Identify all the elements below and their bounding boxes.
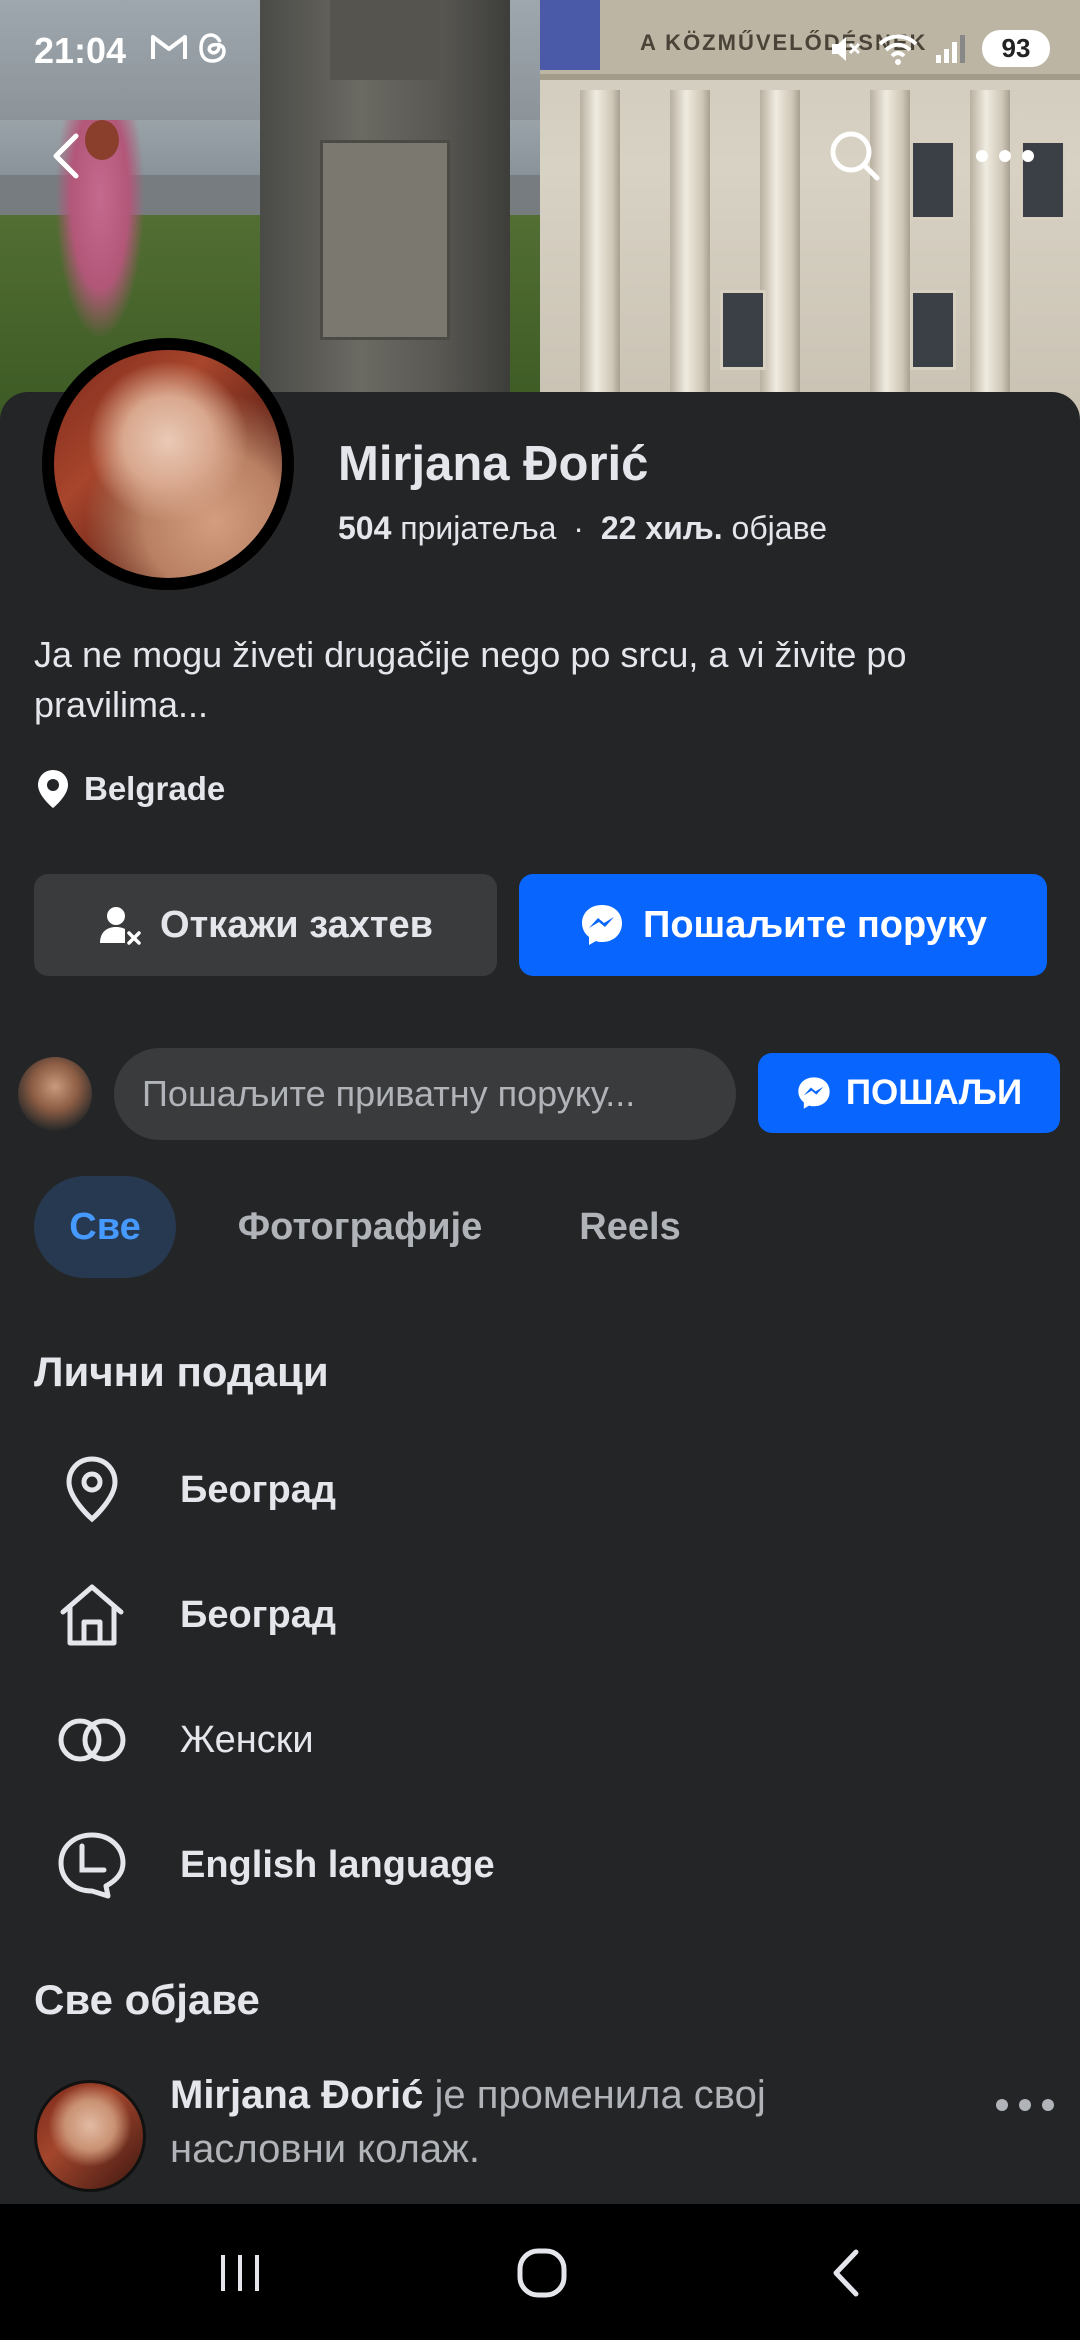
cancel-friend-request-button[interactable]: Откажи захтев [34, 874, 497, 976]
more-options-button[interactable] [970, 126, 1040, 186]
wifi-icon [878, 34, 918, 65]
search-icon [830, 131, 880, 181]
stats-separator: · [573, 510, 584, 546]
language-icon [52, 1825, 132, 1905]
system-nav-bar [0, 2204, 1080, 2340]
post-author-name[interactable]: Mirjana Đorić [170, 2073, 423, 2117]
send-message-label: Пошаљите поруку [643, 903, 987, 946]
private-message-placeholder: Пошаљите приватну поруку... [142, 1073, 636, 1114]
messenger-icon [582, 905, 623, 945]
friends-count[interactable]: 504 [338, 510, 391, 546]
posts-count: 22 хиљ. [600, 510, 723, 546]
gender-icon [52, 1700, 132, 1780]
user-cancel-icon [100, 907, 141, 945]
cancel-request-label: Откажи захтев [160, 903, 433, 946]
profile-avatar-image [54, 350, 282, 578]
post-author-avatar[interactable] [34, 2080, 146, 2192]
threads-icon [199, 33, 226, 63]
detail-label-language: English language [180, 1843, 495, 1886]
location-pin-icon [52, 1450, 132, 1530]
profile-page: A KÖZMŰVELŐDÉSNEK 21:04 93 Mirjana Đorić… [0, 0, 1080, 2340]
private-message-input[interactable]: Пошаљите приватну поруку... [114, 1048, 736, 1140]
more-dots-icon [976, 150, 1034, 162]
top-nav [0, 120, 1080, 200]
mute-icon [832, 36, 861, 61]
detail-row-hometown: Београд [52, 1570, 1052, 1660]
chevron-left-icon [833, 2249, 859, 2297]
post-more-options-button[interactable] [990, 2085, 1060, 2125]
system-back-button[interactable] [806, 2238, 886, 2308]
detail-label-gender: Женски [180, 1718, 314, 1761]
gmail-icon [151, 35, 187, 59]
profile-location: Belgrade [36, 768, 225, 810]
private-message-send-label: ПОШАЉИ [845, 1073, 1023, 1112]
tab-all[interactable]: Све [34, 1176, 176, 1278]
battery-indicator: 93 [982, 30, 1050, 67]
detail-label-hometown: Београд [180, 1593, 336, 1636]
profile-name: Mirjana Đorić [338, 437, 649, 491]
personal-details-title: Лични подаци [34, 1348, 329, 1395]
back-button[interactable] [40, 126, 100, 186]
search-button[interactable] [825, 126, 885, 186]
detail-row-current-city: Београд [52, 1445, 1052, 1535]
tab-reels[interactable]: Reels [560, 1176, 700, 1278]
profile-stats: 504 пријатеља · 22 хиљ. објаве [338, 510, 827, 547]
friends-label[interactable]: пријатеља [400, 510, 556, 546]
detail-label-current-city: Београд [180, 1468, 336, 1511]
all-posts-title: Све објаве [34, 1976, 260, 2023]
location-text: Belgrade [84, 770, 226, 807]
home-circle-icon [517, 2248, 567, 2298]
detail-row-gender: Женски [52, 1695, 1052, 1785]
current-user-avatar [18, 1057, 92, 1131]
location-pin-icon [38, 770, 68, 808]
posts-label: објаве [731, 510, 828, 546]
send-message-button[interactable]: Пошаљите поруку [519, 874, 1047, 976]
home-button[interactable] [502, 2238, 582, 2308]
recent-apps-button[interactable] [200, 2238, 280, 2308]
recent-apps-icon [221, 2255, 259, 2291]
messenger-icon [798, 1077, 830, 1109]
back-arrow-icon [53, 133, 79, 179]
profile-bio: Ja ne mogu živeti drugačije nego po srcu… [34, 634, 907, 725]
status-time: 21:04 [34, 30, 127, 71]
signal-icon [936, 34, 965, 63]
profile-avatar[interactable] [42, 338, 294, 590]
more-dots-icon [996, 2099, 1054, 2111]
tab-photos[interactable]: Фотографије [220, 1176, 500, 1278]
home-icon [52, 1575, 132, 1655]
post-header-text: Mirjana Đorić је променила свој насловни… [170, 2068, 930, 2176]
status-bar: 21:04 93 [0, 0, 1080, 100]
detail-row-language: English language [52, 1820, 1052, 1910]
private-message-send-button[interactable]: ПОШАЉИ [758, 1053, 1060, 1133]
